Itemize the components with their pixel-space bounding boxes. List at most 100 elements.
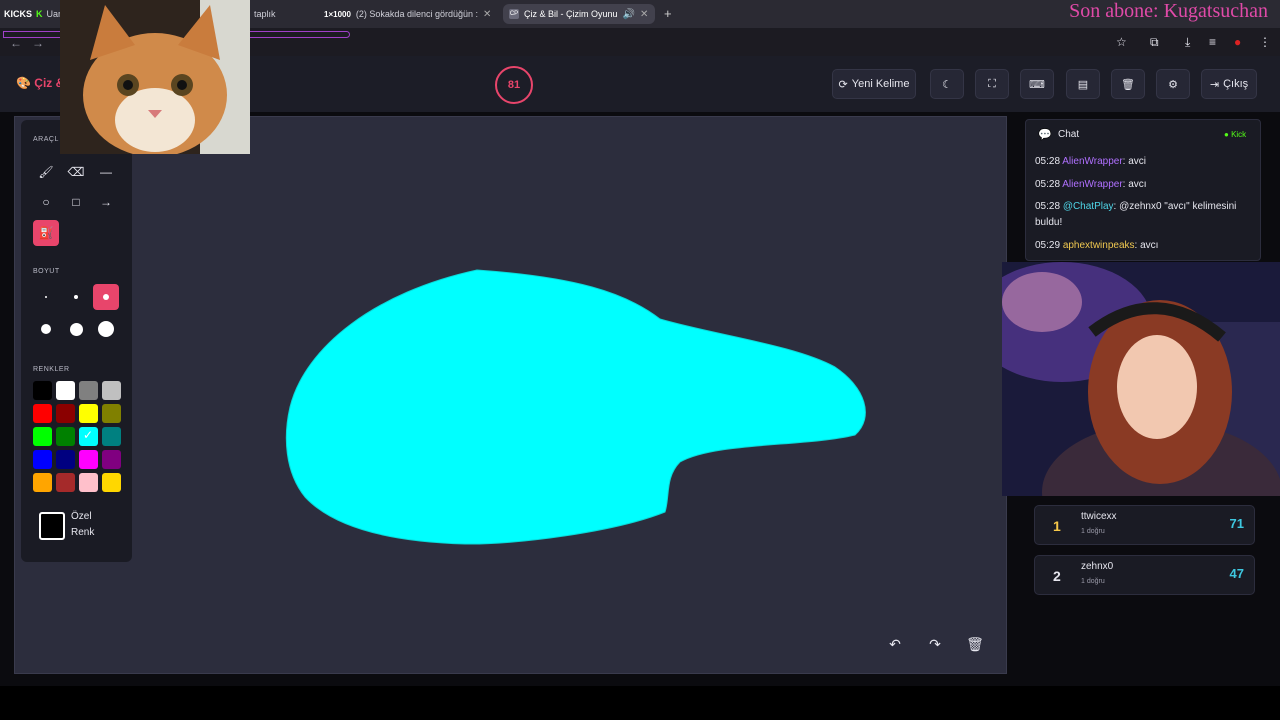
rectangle-tool[interactable]: □: [63, 189, 89, 215]
archive-icon: ▤: [1077, 78, 1089, 91]
streamer-webcam-overlay: [1002, 262, 1280, 496]
arrow-tool[interactable]: →: [93, 189, 119, 215]
color-swatch[interactable]: [102, 473, 121, 492]
menu-lines-icon[interactable]: ≡: [1209, 35, 1216, 49]
chat-message: 05:28 AlienWrapper: avci: [1035, 154, 1257, 170]
bookmark-star-icon[interactable]: ☆: [1116, 35, 1127, 49]
color-swatch[interactable]: [33, 404, 52, 423]
fullscreen-button[interactable]: ⛶: [975, 69, 1009, 99]
size-6[interactable]: [93, 316, 119, 342]
chat-bubble-icon: 💬: [1038, 129, 1052, 141]
archive-button[interactable]: ▤: [1066, 69, 1100, 99]
tab-label: (2) Sokakda dilenci gördüğün :: [355, 9, 478, 19]
message-time: 05:29: [1035, 240, 1061, 251]
color-swatch[interactable]: [56, 450, 75, 469]
trash-icon: 🗑: [1121, 78, 1135, 91]
new-tab-icon[interactable]: +: [664, 6, 672, 21]
custom-color-label-2: Renk: [71, 527, 95, 538]
new-word-button[interactable]: ⟳ Yeni Kelime: [832, 69, 916, 99]
close-tab-icon[interactable]: ✕: [483, 9, 491, 20]
dark-mode-button[interactable]: ☾: [930, 69, 964, 99]
undo-button[interactable]: ↶: [881, 631, 909, 657]
color-swatch[interactable]: [33, 450, 52, 469]
chat-title: Chat: [1058, 129, 1080, 140]
color-swatch[interactable]: [56, 381, 75, 400]
colors-section-label: RENKLER: [33, 366, 70, 373]
leaderboard-correct-count: 1 doğru: [1081, 528, 1105, 535]
message-time: 05:28: [1035, 156, 1061, 167]
brush-tool[interactable]: 🖌: [33, 159, 59, 185]
color-swatch[interactable]: [33, 427, 52, 446]
gear-icon: ⚙: [1168, 78, 1178, 91]
size-5[interactable]: [63, 316, 89, 342]
color-swatch[interactable]: [79, 381, 98, 400]
color-swatch[interactable]: [102, 427, 121, 446]
back-icon[interactable]: ←: [10, 36, 22, 50]
circle-icon: ○: [42, 195, 50, 209]
color-swatch[interactable]: [33, 473, 52, 492]
address-field[interactable]: [250, 31, 350, 38]
extensions-icon[interactable]: ⧉: [1150, 35, 1159, 50]
color-swatch[interactable]: [102, 381, 121, 400]
message-user: aphextwinpeaks: [1062, 240, 1135, 251]
trash-button[interactable]: 🗑: [1111, 69, 1145, 99]
kebab-menu-icon[interactable]: ⋮: [1259, 35, 1271, 49]
tab-ciz-bil[interactable]: CP Çiz & Bil - Çizim Oyunu 🔊 ✕: [503, 4, 655, 24]
keyboard-button[interactable]: ⌨: [1020, 69, 1054, 99]
palette-icon: 🎨: [16, 76, 31, 90]
leaderboard-name: zehnx0: [1081, 561, 1114, 572]
circle-tool[interactable]: ○: [33, 189, 59, 215]
forward-icon[interactable]: →: [32, 36, 44, 50]
color-swatch[interactable]: [79, 404, 98, 423]
custom-color-swatch[interactable]: [39, 512, 65, 540]
exit-label: Çıkış: [1223, 78, 1249, 90]
size-4[interactable]: [33, 316, 59, 342]
leaderboard-score: 71: [1229, 516, 1244, 531]
message-user: @ChatPlay: [1062, 201, 1114, 212]
sign-out-icon: ⇥: [1209, 78, 1220, 91]
color-swatch[interactable]: [56, 404, 75, 423]
tools-section-label: ARAÇL: [33, 136, 59, 143]
close-tab-icon[interactable]: ✕: [640, 9, 648, 20]
tab-label: Çiz & Bil - Çizim Oyunu: [524, 9, 618, 19]
size-1[interactable]: [33, 284, 59, 310]
tab-kicks[interactable]: KICKS K Uar: [0, 6, 61, 22]
color-swatch[interactable]: [56, 473, 75, 492]
color-swatch[interactable]: [79, 473, 98, 492]
leaderboard-correct-count: 1 doğru: [1081, 578, 1105, 585]
message-user: AlienWrapper: [1062, 179, 1123, 190]
youtube-badge-icon: 1×1000: [324, 9, 351, 19]
tab-taplik[interactable]: taplık: [248, 4, 282, 24]
color-swatch[interactable]: [102, 450, 121, 469]
size-2[interactable]: [63, 284, 89, 310]
redo-button[interactable]: ↷: [921, 631, 949, 657]
expand-icon: ⛶: [988, 77, 996, 90]
profile-icon[interactable]: ●: [1234, 35, 1241, 49]
speaker-icon[interactable]: 🔊: [623, 9, 635, 20]
exit-button[interactable]: ⇥ Çıkış: [1201, 69, 1257, 99]
refresh-icon: ⟳: [838, 78, 848, 91]
line-tool[interactable]: —: [93, 159, 119, 185]
fill-tool[interactable]: ⛽: [33, 220, 59, 246]
color-swatch[interactable]: [56, 427, 75, 446]
color-swatch[interactable]: [102, 404, 121, 423]
clear-canvas-button[interactable]: 🗑: [961, 631, 989, 657]
paint-bucket-icon: ⛽: [38, 226, 54, 240]
message-time: 05:28: [1035, 179, 1061, 190]
drawing-canvas[interactable]: [14, 116, 1007, 674]
leaderboard-row: 2 zehnx0 1 doğru 47: [1034, 555, 1255, 595]
streamer-image: [1002, 262, 1280, 496]
settings-button[interactable]: ⚙: [1156, 69, 1190, 99]
message-text: : avcı: [1122, 179, 1147, 190]
tab-video[interactable]: 1×1000 (2) Sokakda dilenci gördüğün : ✕: [318, 4, 498, 24]
color-swatch[interactable]: [79, 450, 98, 469]
download-icon[interactable]: ⤓: [1185, 35, 1190, 50]
brush-icon: 🖌: [38, 165, 54, 179]
size-3[interactable]: [93, 284, 119, 310]
line-icon: —: [100, 165, 112, 179]
custom-color-label[interactable]: Özel Renk: [71, 509, 94, 541]
color-swatch[interactable]: [79, 427, 98, 446]
last-subscriber-overlay: Son abone: Kugatsuchan: [1069, 0, 1268, 22]
eraser-tool[interactable]: ⌫: [63, 159, 89, 185]
color-swatch[interactable]: [33, 381, 52, 400]
